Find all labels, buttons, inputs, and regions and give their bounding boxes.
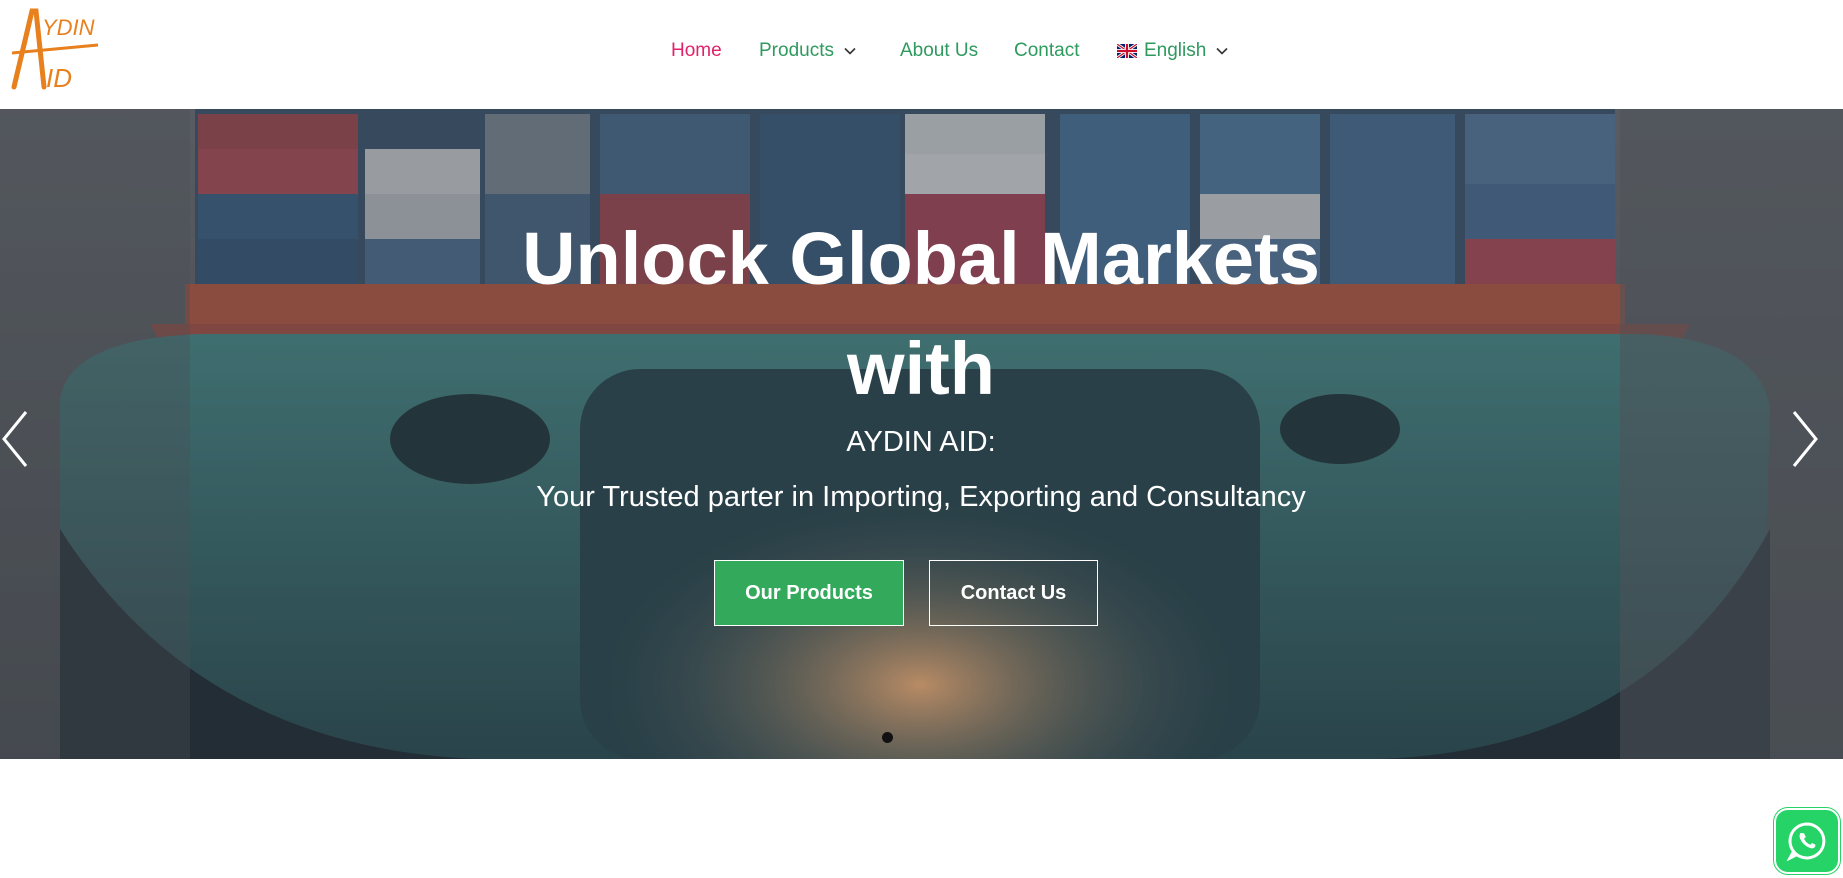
hero-subtitle-tagline: Your Trusted parter in Importing, Export…	[536, 481, 1306, 513]
contact-us-button[interactable]: Contact Us	[929, 560, 1098, 626]
nav-home[interactable]: Home	[671, 40, 722, 62]
our-products-button[interactable]: Our Products	[714, 560, 904, 626]
uk-flag-icon	[1117, 44, 1137, 58]
main-nav: Home Products About Us Contact English	[0, 36, 1843, 66]
nav-about-label: About Us	[900, 40, 979, 61]
hero-subtitle-brand: AYDIN AID:	[846, 426, 996, 458]
nav-products-label: Products	[759, 40, 834, 61]
hero-title: Unlock Global Markets with	[421, 204, 1421, 424]
nav-about[interactable]: About Us	[900, 40, 978, 62]
chevron-left-icon	[2, 411, 28, 467]
nav-home-label: Home	[671, 40, 722, 61]
hero-title-line2: with	[847, 327, 995, 410]
svg-text:ID: ID	[46, 63, 72, 93]
hero-title-line1: Unlock Global Markets	[522, 217, 1320, 300]
slider-prev-button[interactable]	[0, 404, 40, 474]
slider-dot-active[interactable]	[882, 732, 893, 743]
nav-language-label: English	[1144, 40, 1207, 61]
nav-contact[interactable]: Contact	[1014, 40, 1079, 62]
slider-next-button[interactable]	[1780, 404, 1820, 474]
chevron-right-icon	[1792, 411, 1818, 467]
site-header: YDIN ID Home Products About Us Contact E…	[0, 0, 1843, 109]
chevron-down-icon	[844, 47, 856, 55]
whatsapp-button[interactable]	[1774, 808, 1840, 874]
nav-contact-label: Contact	[1014, 40, 1080, 61]
chevron-down-icon	[1216, 47, 1228, 55]
whatsapp-icon	[1786, 822, 1826, 862]
hero-slider: Unlock Global Markets with AYDIN AID: Yo…	[0, 109, 1843, 759]
nav-products[interactable]: Products	[759, 40, 857, 62]
nav-language[interactable]: English	[1117, 40, 1229, 62]
